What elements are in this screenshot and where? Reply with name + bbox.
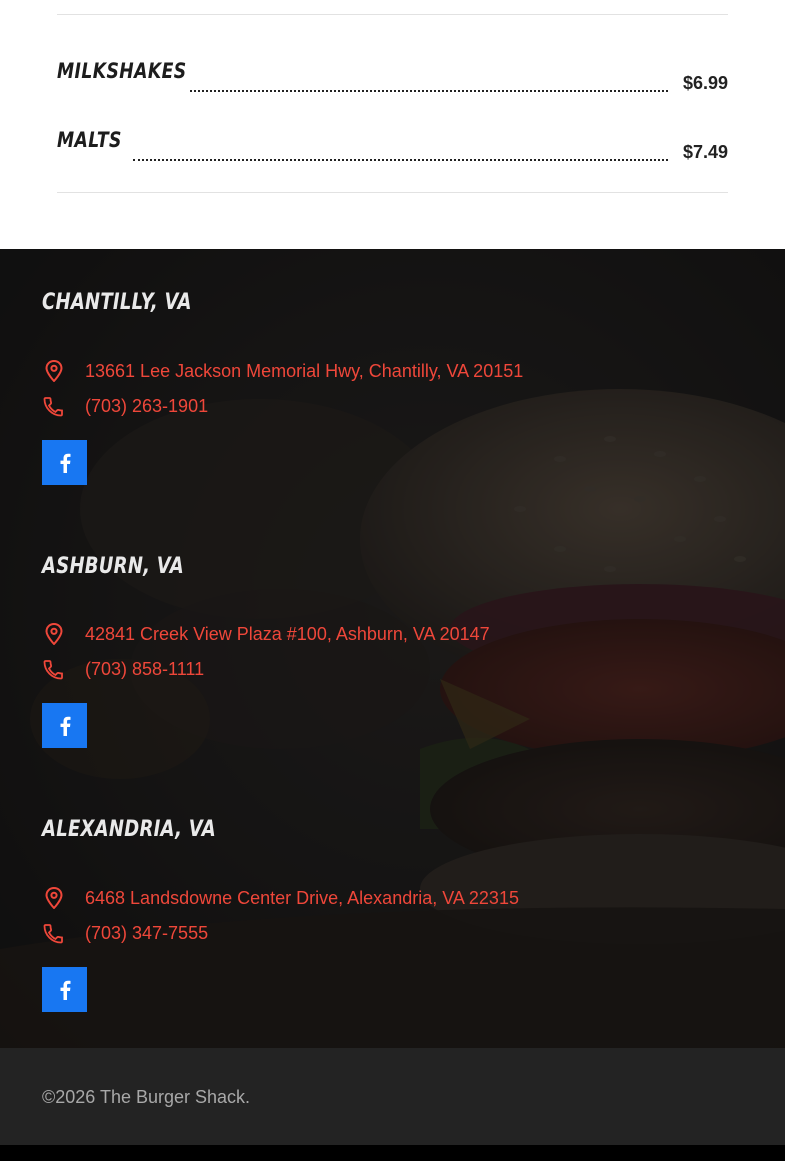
phone-icon (42, 394, 66, 418)
menu-item: Milkshakes $6.99 (57, 52, 728, 92)
menu-divider-bottom (57, 192, 728, 193)
map-pin-icon (42, 359, 66, 383)
address-line: 42841 Creek View Plaza #100, Ashburn, VA… (42, 622, 490, 646)
phone-link[interactable]: (703) 347-7555 (85, 923, 208, 943)
menu-section: Milkshakes $6.99 Malts $7.49 (0, 0, 785, 249)
phone-line: (703) 347-7555 (42, 921, 208, 945)
phone-link[interactable]: (703) 858-1111 (85, 659, 204, 679)
menu-item-name: Malts (57, 128, 122, 152)
facebook-icon (60, 453, 70, 473)
phone-link[interactable]: (703) 263-1901 (85, 396, 208, 416)
phone-icon (42, 657, 66, 681)
menu-item-leader-dots (133, 159, 668, 161)
bottom-strip (0, 1145, 785, 1161)
location-title: Ashburn, VA (42, 554, 184, 579)
menu-divider-top (57, 14, 728, 15)
phone-line: (703) 858-1111 (42, 657, 204, 681)
map-pin-icon (42, 886, 66, 910)
location-title: Alexandria, VA (42, 817, 216, 842)
address-link[interactable]: 13661 Lee Jackson Memorial Hwy, Chantill… (85, 361, 523, 381)
facebook-button[interactable] (42, 967, 87, 1012)
facebook-icon (60, 980, 70, 1000)
facebook-button[interactable] (42, 703, 87, 748)
phone-icon (42, 921, 66, 945)
copyright-text: ©2026 The Burger Shack. (42, 1087, 251, 1107)
site-footer: ©2026 The Burger Shack. (0, 1048, 785, 1145)
menu-item-price: $7.49 (682, 142, 728, 162)
address-link[interactable]: 6468 Landsdowne Center Drive, Alexandria… (85, 888, 519, 908)
location-title: Chantilly, VA (42, 290, 192, 315)
menu-item: Malts $7.49 (57, 121, 728, 161)
menu-item-price: $6.99 (682, 73, 728, 93)
menu-item-name: Milkshakes (57, 59, 187, 83)
locations-section: Chantilly, VA 13661 Lee Jackson Memorial… (0, 249, 785, 1048)
address-line: 6468 Landsdowne Center Drive, Alexandria… (42, 886, 519, 910)
menu-item-leader-dots (190, 90, 668, 92)
phone-line: (703) 263-1901 (42, 394, 208, 418)
map-pin-icon (42, 622, 66, 646)
address-line: 13661 Lee Jackson Memorial Hwy, Chantill… (42, 359, 523, 383)
address-link[interactable]: 42841 Creek View Plaza #100, Ashburn, VA… (85, 624, 490, 644)
facebook-icon (60, 716, 70, 736)
facebook-button[interactable] (42, 440, 87, 485)
